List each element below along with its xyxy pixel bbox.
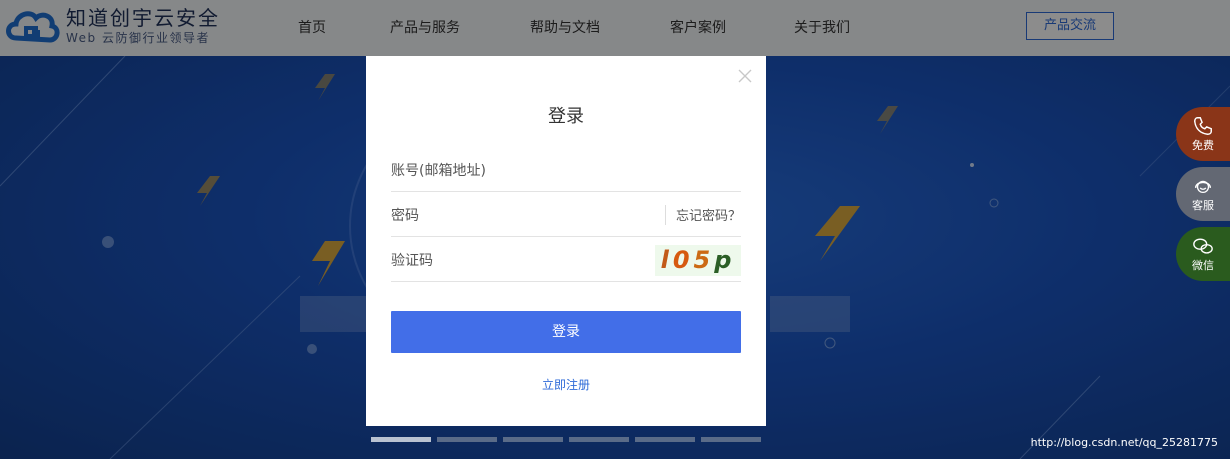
password-placeholder: 密码: [391, 208, 419, 224]
wechat-icon: [1193, 238, 1213, 254]
password-divider: [665, 205, 666, 225]
login-modal: 登录 账号(邮箱地址) 密码 忘记密码？ 验证码 l05p 登录 立即注册: [366, 56, 766, 426]
login-title: 登录: [548, 106, 584, 127]
phone-icon: [1194, 117, 1212, 135]
headset-icon: [1194, 180, 1212, 194]
carousel-dot-6[interactable]: [701, 437, 761, 442]
captcha-field[interactable]: 验证码 l05p: [391, 237, 741, 282]
captcha-image[interactable]: l05p: [655, 245, 741, 276]
side-free-call-button[interactable]: 免费: [1176, 107, 1230, 161]
side-service-label: 客服: [1192, 199, 1214, 212]
captcha-char-1: l: [660, 246, 673, 274]
side-free-label: 免费: [1192, 139, 1214, 152]
forgot-password-link[interactable]: 忘记密码？: [676, 205, 741, 224]
captcha-char-2: 0: [672, 246, 694, 274]
side-wechat-button[interactable]: 微信: [1176, 227, 1230, 281]
account-field[interactable]: 账号(邮箱地址): [391, 147, 741, 192]
carousel-dot-4[interactable]: [569, 437, 629, 442]
side-wechat-label: 微信: [1192, 259, 1214, 272]
close-icon[interactable]: [737, 68, 753, 84]
captcha-placeholder: 验证码: [391, 253, 433, 269]
side-service-button[interactable]: 客服: [1176, 167, 1230, 221]
captcha-char-3: 5: [693, 246, 715, 274]
captcha-char-4: p: [714, 246, 736, 274]
watermark: http://blog.csdn.net/qq_25281775: [1030, 436, 1218, 449]
register-link[interactable]: 立即注册: [366, 376, 766, 393]
carousel-dot-3[interactable]: [503, 437, 563, 442]
carousel-dot-1[interactable]: [371, 437, 431, 442]
login-button[interactable]: 登录: [391, 311, 741, 353]
carousel-dot-5[interactable]: [635, 437, 695, 442]
password-field[interactable]: 密码 忘记密码？: [391, 192, 741, 237]
account-placeholder: 账号(邮箱地址): [391, 163, 486, 179]
carousel-dot-2[interactable]: [437, 437, 497, 442]
